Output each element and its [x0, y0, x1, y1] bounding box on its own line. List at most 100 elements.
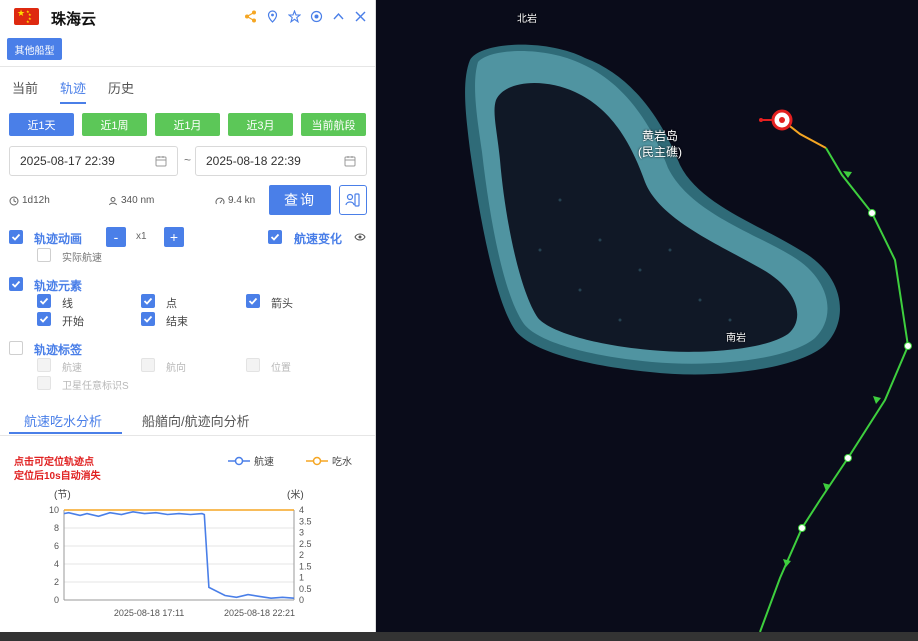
track-settings-button[interactable]: [339, 185, 367, 215]
tab-history[interactable]: 历史: [108, 78, 134, 104]
y-right-tick-label: 1.5: [299, 561, 312, 571]
y-left-tick-label: 2: [54, 577, 59, 587]
ship-name: 珠海云: [51, 11, 97, 28]
ship-track-panel: ★ ★ ★ ★ ★ 珠海云 其他船型 当前 轨迹 历史 近1天 近1周 近1月 …: [0, 0, 376, 632]
duration-value: 1d12h: [22, 195, 50, 206]
track-animation-label: 轨迹动画: [34, 232, 83, 246]
map-label-south-rock: 南岩: [726, 333, 746, 344]
label-course-checkbox[interactable]: [141, 358, 155, 372]
real-speed-checkbox[interactable]: [37, 248, 51, 262]
check-icon: [11, 233, 21, 241]
y-right-tick-label: 2: [299, 550, 304, 560]
range-current-leg-button[interactable]: 当前航段: [301, 113, 366, 136]
y-right-tick-label: 4: [299, 505, 304, 515]
y-right-tick-label: 2.5: [299, 539, 312, 549]
range-1day-button[interactable]: 近1天: [9, 113, 74, 136]
distance-stat: 340 nm: [108, 195, 154, 206]
query-button[interactable]: 查询: [269, 185, 331, 215]
start-date-input[interactable]: 2025-08-17 22:39: [9, 146, 178, 176]
label-position-label: 位置: [271, 363, 291, 374]
y-left-tick-label: 6: [54, 541, 59, 551]
ship-settings-icon: [345, 193, 360, 207]
divider: [0, 66, 375, 67]
map-label-north-rock: 北岩: [517, 14, 537, 25]
other-fleet-button[interactable]: 其他船型: [7, 38, 62, 60]
check-icon: [143, 315, 153, 323]
y-right-tick-label: 0.5: [299, 584, 312, 594]
legend-speed-swatch: [228, 456, 250, 465]
element-start-label: 开始: [62, 316, 84, 328]
legend-speed-label: 航速: [254, 457, 274, 468]
element-end-checkbox[interactable]: [141, 312, 155, 326]
legend-draft-swatch: [306, 456, 328, 465]
island-alt-name: (民主礁): [638, 145, 682, 159]
speed-minus-button[interactable]: -: [106, 227, 126, 247]
track-point: [798, 524, 806, 532]
calendar-icon: [344, 156, 356, 167]
end-date-input[interactable]: 2025-08-18 22:39: [195, 146, 367, 176]
y-left-tick-label: 8: [54, 523, 59, 533]
x-tick-label: 2025-08-18 22:21: [224, 608, 295, 618]
analysis-tabs: 航速吃水分析 船艏向/航迹向分析: [0, 402, 375, 436]
main-tabs: 当前 轨迹 历史: [12, 78, 134, 104]
range-1week-button[interactable]: 近1周: [82, 113, 147, 136]
element-end-label: 结束: [166, 316, 188, 328]
element-arrow-label: 箭头: [271, 298, 293, 310]
close-icon[interactable]: [353, 9, 368, 24]
track-elements-label: 轨迹元素: [34, 279, 83, 293]
track-labels-label: 轨迹标签: [34, 343, 83, 357]
track-point: [904, 342, 912, 350]
location-icon[interactable]: [265, 9, 280, 24]
end-date-value: 2025-08-18 22:39: [206, 154, 301, 168]
tab-track[interactable]: 轨迹: [60, 78, 87, 104]
star-icon[interactable]: [287, 9, 302, 24]
track-labels-checkbox[interactable]: [9, 341, 23, 355]
island-name: 黄岩岛: [641, 129, 678, 143]
calendar-icon: [155, 156, 167, 167]
start-date-value: 2025-08-17 22:39: [20, 154, 115, 168]
element-start-checkbox[interactable]: [37, 312, 51, 326]
legend-draft[interactable]: 吃水: [306, 453, 352, 468]
bottom-scrollbar[interactable]: [0, 632, 918, 641]
speed-plus-button[interactable]: +: [164, 227, 184, 247]
track-animation-checkbox[interactable]: [9, 230, 23, 244]
hint-line-2: 定位后10s自动消失: [14, 471, 101, 482]
y-right-tick-label: 3.5: [299, 516, 312, 526]
distance-value: 340 nm: [121, 195, 155, 206]
element-line-checkbox[interactable]: [37, 294, 51, 308]
collapse-icon[interactable]: [331, 9, 346, 24]
panel-header: ★ ★ ★ ★ ★ 珠海云: [0, 0, 375, 34]
left-axis-unit: (节): [54, 490, 71, 501]
range-1month-button[interactable]: 近1月: [155, 113, 220, 136]
y-left-tick-label: 0: [54, 595, 59, 605]
check-icon: [39, 297, 49, 305]
label-speed-checkbox[interactable]: [37, 358, 51, 372]
element-arrow-checkbox[interactable]: [246, 294, 260, 308]
label-position-checkbox[interactable]: [246, 358, 260, 372]
hint-line-1: 点击可定位轨迹点: [14, 457, 94, 468]
target-icon[interactable]: [309, 9, 324, 24]
element-point-checkbox[interactable]: [141, 294, 155, 308]
speed-multiplier: x1: [136, 231, 147, 242]
legend-draft-label: 吃水: [332, 457, 352, 468]
right-axis-unit: (米): [287, 490, 304, 501]
legend-speed[interactable]: 航速: [228, 453, 274, 468]
range-3month-button[interactable]: 近3月: [228, 113, 293, 136]
map-label-island: 黄岩岛 (民主礁): [638, 128, 682, 160]
label-satellite-checkbox[interactable]: [37, 376, 51, 390]
tab-current[interactable]: 当前: [12, 78, 38, 104]
check-icon: [270, 233, 280, 241]
eye-icon[interactable]: [354, 232, 366, 242]
share-icon[interactable]: [243, 9, 258, 24]
label-speed-label: 航速: [62, 363, 82, 374]
label-course-label: 航向: [166, 363, 186, 374]
speed-draft-chart[interactable]: 024681000.511.522.533.542025-08-18 17:11…: [30, 500, 330, 620]
speed-change-checkbox[interactable]: [268, 230, 282, 244]
speed-change-label: 航速变化: [294, 232, 343, 246]
track-elements-checkbox[interactable]: [9, 277, 23, 291]
tab-speed-draft[interactable]: 航速吃水分析: [24, 411, 102, 430]
track-point: [844, 454, 852, 462]
clock-icon: [9, 196, 19, 205]
real-speed-label: 实际航速: [62, 253, 102, 264]
tab-heading-course[interactable]: 船艏向/航迹向分析: [142, 411, 250, 430]
